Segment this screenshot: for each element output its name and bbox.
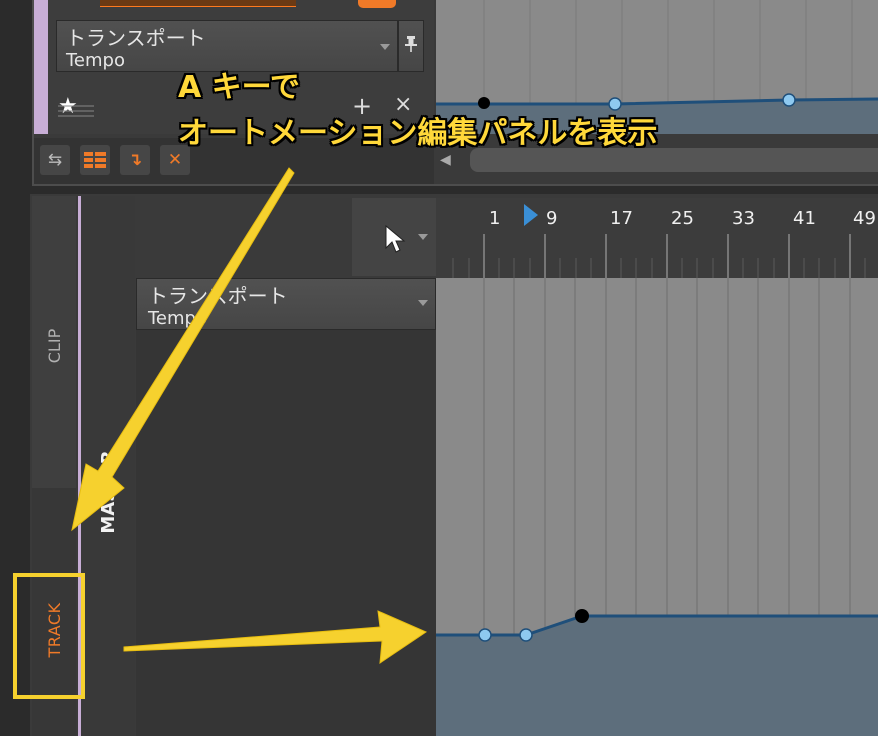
record-arm-button[interactable] bbox=[358, 0, 396, 8]
master-track-label: MASTER bbox=[97, 450, 119, 534]
clips-icon[interactable] bbox=[80, 145, 110, 175]
tab-clip-label: CLIP bbox=[44, 328, 64, 364]
ruler-tick-label: 9 bbox=[546, 208, 558, 229]
ruler-tick-label: 17 bbox=[610, 208, 633, 229]
param-device-name: トランスポート bbox=[148, 284, 288, 308]
param-name: Tempo bbox=[66, 50, 125, 71]
annotation-line-1: A キーで bbox=[178, 70, 300, 105]
pin-icon bbox=[405, 36, 417, 56]
ruler-tick-label: 49 bbox=[853, 208, 876, 229]
chevron-down-icon[interactable] bbox=[418, 234, 428, 240]
track-tab-highlight bbox=[13, 573, 85, 699]
chevron-down-icon[interactable] bbox=[380, 44, 390, 50]
ruler-tick-label: 1 bbox=[489, 208, 501, 229]
track-color-strip bbox=[34, 0, 48, 134]
master-automation-lane[interactable] bbox=[436, 278, 878, 736]
automation-point[interactable] bbox=[478, 628, 492, 642]
param-device-name: トランスポート bbox=[66, 26, 206, 50]
automation-lane-header bbox=[136, 330, 436, 736]
automation-point[interactable] bbox=[575, 609, 589, 623]
ruler-tick-label: 33 bbox=[732, 208, 755, 229]
swap-icon[interactable]: ⇆ bbox=[40, 145, 70, 175]
top-meter-bar bbox=[100, 0, 296, 7]
ruler-tick-label: 41 bbox=[793, 208, 816, 229]
scroll-left-icon[interactable]: ◀ bbox=[440, 152, 451, 168]
ruler-tick-label: 25 bbox=[671, 208, 694, 229]
param-name: Tempo bbox=[148, 308, 207, 329]
staff-lines-icon bbox=[58, 105, 94, 117]
pointer-tool-icon[interactable] bbox=[384, 224, 406, 254]
chevron-down-icon[interactable] bbox=[418, 300, 428, 306]
insert-icon[interactable]: ↴ bbox=[120, 145, 150, 175]
annotation-line-2: オートメーション編集パネルを表示 bbox=[178, 116, 658, 151]
automation-point[interactable] bbox=[519, 628, 533, 642]
automation-point[interactable] bbox=[782, 93, 796, 107]
playhead-marker-icon[interactable] bbox=[522, 204, 540, 228]
